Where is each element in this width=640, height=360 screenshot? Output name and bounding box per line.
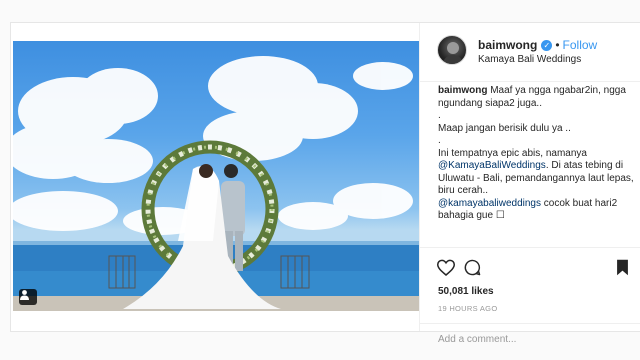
follow-button[interactable]: Follow: [563, 38, 598, 52]
likes-count[interactable]: 50,081 likes: [438, 286, 494, 297]
post-photo[interactable]: [13, 41, 419, 311]
caption-line-3: Ini tempatnya epic abis, namanya @Kamaya…: [438, 148, 634, 198]
caption-dot-2: .: [438, 135, 441, 146]
caption-mention-2[interactable]: @kamayabaliweddings: [438, 198, 541, 209]
comment-box: [420, 323, 640, 358]
wedding-photo-illustration: [13, 56, 419, 311]
heart-icon: [436, 259, 456, 276]
post-actions: 50,081 likes 19 HOURS AGO: [420, 247, 640, 347]
user-silhouette-icon: [20, 290, 29, 300]
post-side-panel: baimwong ✓ • Follow Kamaya Bali Weddings ba…: [419, 23, 640, 347]
like-button[interactable]: [436, 259, 456, 281]
comment-input[interactable]: [438, 331, 628, 347]
username-link[interactable]: baimwong: [478, 38, 537, 52]
caption-line-2: Maap jangan berisik dulu ya ..: [438, 122, 571, 134]
caption-text-3: Ini tempatnya epic abis, namanya: [438, 147, 587, 159]
caption-line-1: baimwong Maaf ya ngga ngabar2in, ngga ng…: [438, 85, 634, 110]
save-button[interactable]: [616, 259, 629, 281]
caption-username[interactable]: baimwong: [438, 85, 487, 96]
user-tag-icon[interactable]: [19, 289, 37, 305]
caption-line-4: @kamayabaliweddings cocok buat hari2 bah…: [438, 198, 634, 223]
post-timestamp[interactable]: 19 HOURS AGO: [438, 304, 497, 313]
verified-badge-icon: ✓: [541, 40, 553, 51]
comment-button[interactable]: [464, 259, 481, 281]
post-card: baimwong ✓ • Follow Kamaya Bali Weddings ba…: [10, 22, 640, 347]
caption-dot-1: .: [438, 110, 441, 121]
location-link[interactable]: Kamaya Bali Weddings: [478, 54, 581, 65]
bookmark-icon: [617, 259, 628, 276]
avatar[interactable]: [437, 35, 467, 65]
caption-mention-1[interactable]: @KamayaBaliWeddings: [438, 160, 546, 171]
avatar-portrait-icon: [442, 42, 464, 64]
comment-bubble-icon: [464, 259, 481, 276]
header-username-row: baimwong ✓ • Follow: [478, 38, 597, 52]
post-header: baimwong ✓ • Follow Kamaya Bali Weddings: [420, 23, 640, 82]
separator-dot: •: [555, 38, 560, 52]
caption: baimwong Maaf ya ngga ngabar2in, ngga ng…: [438, 85, 634, 243]
